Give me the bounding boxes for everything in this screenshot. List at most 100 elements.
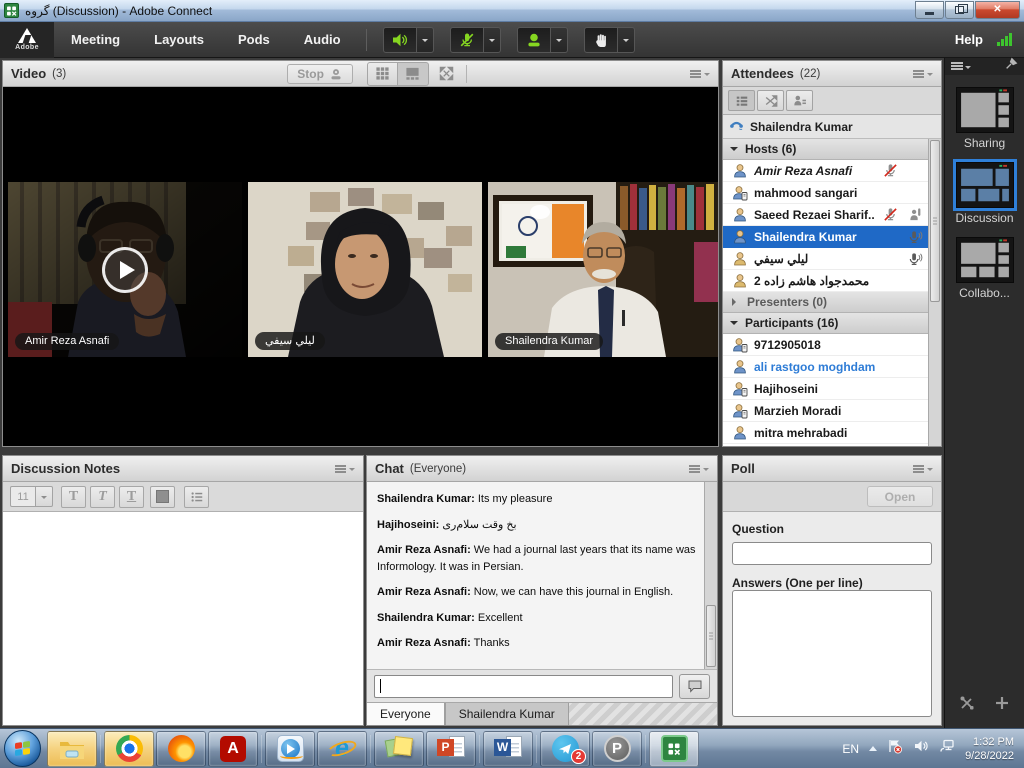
poll-pod-title: Poll [731, 461, 755, 476]
attendee-row[interactable]: mitra mehrabadi [723, 422, 928, 444]
video-name-label: Shailendra Kumar [495, 333, 603, 350]
taskbar-media-player[interactable] [265, 731, 315, 767]
taskbar-explorer[interactable] [47, 731, 97, 767]
layouts-menu[interactable] [951, 62, 971, 72]
bold-button[interactable]: T [61, 486, 86, 508]
pin-icon [1004, 57, 1018, 71]
notes-editor[interactable] [3, 512, 363, 725]
play-overlay-button[interactable] [102, 247, 148, 293]
chat-scrollbar[interactable] [704, 482, 717, 669]
chat-tab-private[interactable]: Shailendra Kumar [445, 703, 569, 725]
speaker-button[interactable] [383, 27, 417, 53]
notes-pod-menu[interactable] [335, 464, 355, 474]
video-pod-menu[interactable] [690, 69, 710, 79]
attendee-row[interactable]: mahmood sangari [723, 182, 928, 204]
italic-button[interactable]: T [90, 486, 115, 508]
send-message-button[interactable] [679, 674, 710, 699]
attendee-row[interactable]: محمدجواد هاشم زاده 2 [723, 270, 928, 292]
attendees-scrollbar[interactable] [928, 139, 941, 446]
firefox-icon [168, 735, 195, 762]
font-size-value[interactable]: 11 [10, 486, 36, 507]
phone-icon [729, 119, 744, 134]
raise-hand-button[interactable] [584, 27, 618, 53]
attendee-row[interactable]: Marzieh Moradi [723, 400, 928, 422]
attendee-row[interactable]: ali rastgoo moghdam [723, 356, 928, 378]
attendee-row[interactable]: Amir Reza Asnafi [723, 160, 928, 182]
action-center-icon[interactable] [887, 738, 903, 759]
underline-button[interactable]: T [119, 486, 144, 508]
color-swatch [156, 490, 169, 503]
speaker-dropdown[interactable] [417, 27, 434, 53]
microphone-dropdown[interactable] [484, 27, 501, 53]
restore-button[interactable] [945, 1, 974, 19]
poll-pod-menu[interactable] [913, 464, 933, 474]
taskbar-sticky-notes[interactable] [374, 731, 424, 767]
taskbar-firefox[interactable] [156, 731, 206, 767]
collapse-triangle-icon [730, 147, 738, 155]
menu-pods[interactable]: Pods [221, 22, 287, 58]
presenters-section-header[interactable]: Presenters (0) [723, 292, 928, 313]
chat-pod-menu[interactable] [689, 464, 709, 474]
attendee-row[interactable]: ليلي سيفي [723, 248, 928, 270]
connection-status-icon[interactable] [997, 33, 1012, 46]
layout-sharing-thumbnail[interactable] [956, 87, 1014, 133]
minimize-button[interactable] [915, 1, 944, 19]
show-hidden-icons-button[interactable] [869, 742, 877, 751]
menu-layouts[interactable]: Layouts [137, 22, 221, 58]
webcam-button[interactable] [517, 27, 551, 53]
grid-view-toggle[interactable] [367, 62, 398, 86]
volume-icon[interactable] [913, 738, 929, 759]
help-menu[interactable]: Help [947, 32, 991, 47]
poll-answers-label: Answers (One per line) [732, 576, 932, 590]
participants-section-header[interactable]: Participants (16) [723, 313, 928, 334]
poll-open-button[interactable]: Open [867, 486, 933, 507]
taskbar-powerpoint[interactable]: P [426, 731, 476, 767]
taskbar-acrobat[interactable]: A [208, 731, 258, 767]
start-button[interactable] [4, 730, 41, 767]
webcam-dropdown[interactable] [551, 27, 568, 53]
chat-tab-everyone[interactable]: Everyone [367, 703, 445, 725]
chat-input[interactable] [374, 675, 673, 698]
taskbar-clock[interactable]: 1:32 PM 9/28/2022 [965, 735, 1014, 763]
scrollbar-thumb[interactable] [930, 140, 940, 302]
taskbar-adobe-connect[interactable] [649, 731, 699, 767]
poll-question-label: Question [732, 522, 932, 536]
attendee-status-view-button[interactable] [786, 90, 813, 111]
add-layout-button[interactable] [994, 695, 1010, 716]
layout-discussion-thumbnail[interactable] [956, 162, 1014, 208]
poll-answers-textarea[interactable] [732, 590, 932, 717]
pin-panel-button[interactable] [1004, 57, 1018, 76]
attendee-row[interactable]: Saeed Rezaei Sharif... [723, 204, 928, 226]
font-size-dropdown[interactable] [36, 486, 53, 507]
taskbar-psiphon[interactable]: P [592, 731, 642, 767]
stop-webcam-button[interactable]: Stop [287, 64, 353, 84]
menu-audio[interactable]: Audio [287, 22, 358, 58]
attendees-pod-menu[interactable] [913, 69, 933, 79]
close-button[interactable]: ✕ [975, 1, 1020, 19]
filmstrip-view-toggle[interactable] [398, 62, 429, 86]
layout-collaboration-thumbnail[interactable] [956, 237, 1014, 283]
scrollbar-thumb[interactable] [706, 605, 716, 667]
taskbar-telegram[interactable]: 2 [540, 731, 590, 767]
taskbar-chrome[interactable] [104, 731, 154, 767]
menu-meeting[interactable]: Meeting [54, 22, 137, 58]
attendee-row[interactable]: Hajihoseini [723, 378, 928, 400]
windows-taskbar: A e P W 2 P EN [0, 728, 1024, 768]
network-icon[interactable] [939, 738, 955, 759]
attendee-row[interactable]: 9712905018 [723, 334, 928, 356]
language-indicator[interactable]: EN [842, 742, 859, 756]
taskbar-word[interactable]: W [483, 731, 533, 767]
raise-hand-dropdown[interactable] [618, 27, 635, 53]
breakout-view-button[interactable] [757, 90, 784, 111]
text-color-button[interactable] [150, 486, 175, 508]
poll-question-input[interactable] [732, 542, 932, 565]
attendee-list-view-button[interactable] [728, 90, 755, 111]
manage-layouts-button[interactable] [959, 695, 975, 716]
participant-mobile-icon [732, 337, 748, 353]
attendee-row-selected[interactable]: Shailendra Kumar [723, 226, 928, 248]
hosts-section-header[interactable]: Hosts (6) [723, 139, 928, 160]
microphone-muted-button[interactable] [450, 27, 484, 53]
fullscreen-button[interactable] [439, 66, 454, 81]
taskbar-internet-explorer[interactable]: e [317, 731, 367, 767]
bullet-list-button[interactable] [184, 486, 209, 508]
